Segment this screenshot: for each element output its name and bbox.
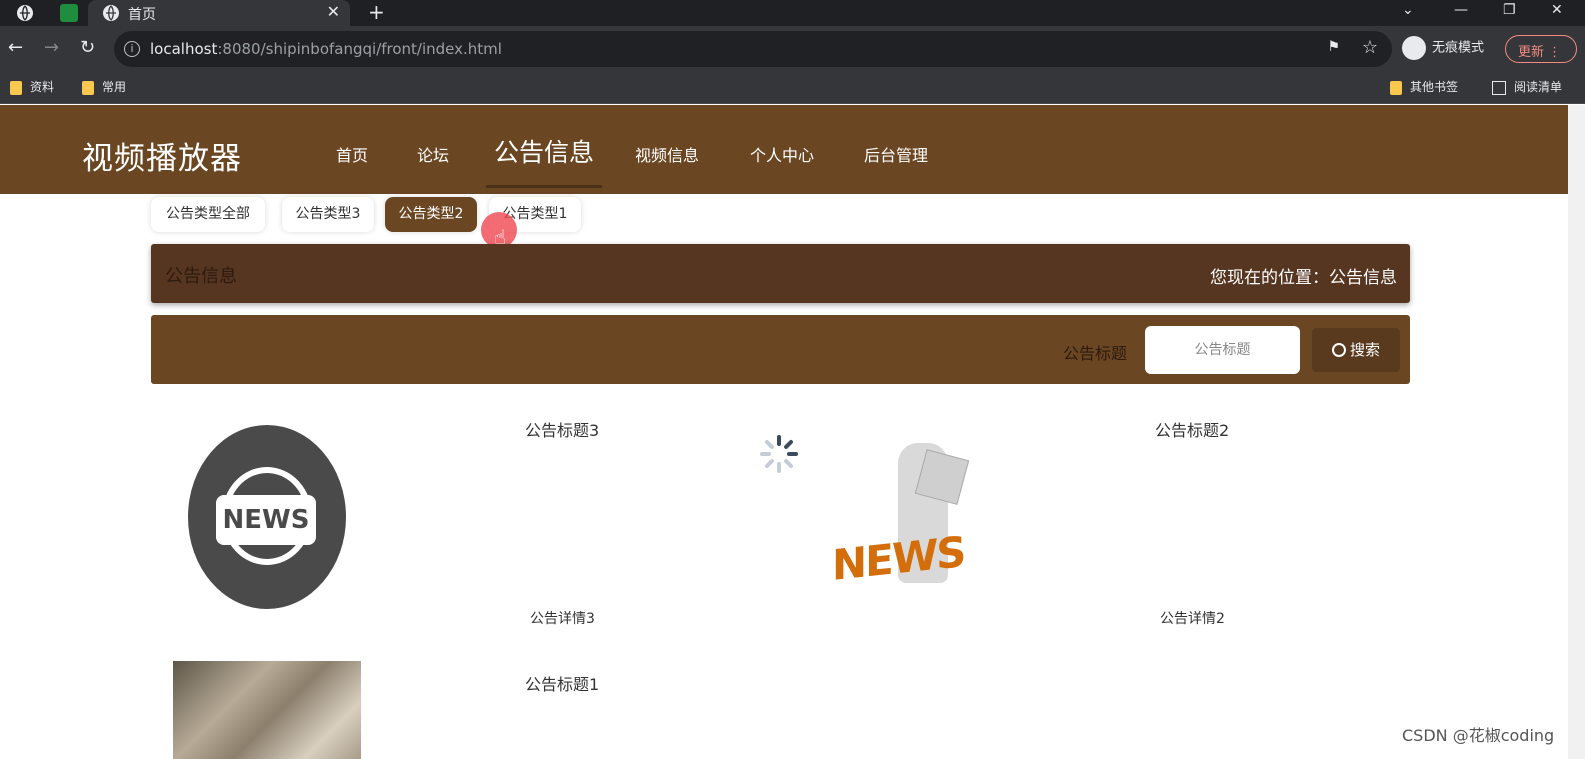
watermark: CSDN @花椒coding (1402, 726, 1555, 745)
paper-photo[interactable] (173, 661, 361, 759)
notice-title[interactable]: 公告标题2 (1155, 417, 1229, 441)
search-button-label: 搜索 (1349, 341, 1380, 359)
site-header: 视频播放器 首页 论坛 公告信息 视频信息 个人中心 后台管理 (0, 105, 1568, 194)
bookmarks-bar: 资料 常用 其他书签 阅读清单 (0, 72, 1585, 104)
site-info-icon[interactable]: i (124, 41, 140, 57)
search-input[interactable] (1145, 326, 1300, 374)
nav-home[interactable]: 首页 (336, 142, 368, 166)
browser-tab-strip: 首页 ✕ + ⌄ — ❐ ✕ (0, 0, 1585, 26)
search-icon (1331, 343, 1346, 357)
spinner-spoke (764, 439, 775, 450)
blocked-popup-icon[interactable]: ⚑ (1327, 39, 1340, 55)
page-title: 公告信息 (165, 266, 237, 287)
tab-title: 首页 (128, 7, 156, 23)
url-text: localhost:8080/shipinbofangqi/front/inde… (150, 40, 502, 58)
spinner-spoke (787, 452, 798, 456)
type-all-button[interactable]: 公告类型全部 (151, 197, 265, 232)
search-label: 公告标题 (1063, 344, 1128, 363)
news-label-graphic: NEWS (216, 495, 316, 545)
back-icon[interactable]: ← (8, 37, 23, 59)
star-icon[interactable]: ☆ (1362, 37, 1378, 58)
reading-list-icon (1492, 80, 1506, 95)
spinner-spoke (777, 462, 781, 473)
page-scrollbar[interactable] (1568, 105, 1585, 759)
incognito-label: 无痕模式 (1432, 40, 1485, 56)
update-button[interactable]: 更新 ⋮ (1505, 35, 1577, 63)
loading-spinner-icon (760, 435, 798, 473)
bookmark-folder[interactable]: 资料 (10, 78, 54, 95)
active-nav-indicator (486, 185, 602, 188)
incognito-icon (1402, 36, 1426, 60)
spinner-spoke (760, 452, 771, 456)
forward-icon[interactable]: → (44, 37, 59, 59)
search-button[interactable]: 搜索 (1312, 328, 1400, 372)
breadcrumb: 公告信息 您现在的位置：公告信息 (151, 244, 1410, 303)
nav-profile[interactable]: 个人中心 (750, 142, 814, 166)
folder-icon (1390, 80, 1402, 95)
current-location: 您现在的位置：公告信息 (1210, 268, 1397, 288)
spinner-spoke (783, 458, 794, 469)
spinner-spoke (777, 435, 781, 446)
active-tab[interactable]: 首页 ✕ (88, 0, 350, 26)
minimize-icon[interactable]: — (1454, 0, 1468, 20)
nav-videos[interactable]: 视频信息 (635, 142, 699, 166)
nav-announcements[interactable]: 公告信息 (494, 133, 594, 169)
notice-detail: 公告详情2 (1160, 611, 1225, 627)
type-3-button[interactable]: 公告类型3 (282, 197, 374, 232)
search-panel: 公告标题 搜索 (151, 315, 1410, 384)
restore-icon[interactable]: ❐ (1503, 0, 1516, 20)
close-window-icon[interactable]: ✕ (1551, 0, 1563, 20)
globe-icon[interactable] (16, 4, 34, 22)
site-title[interactable]: 视频播放器 (82, 133, 242, 178)
browser-toolbar: ← → ↻ i localhost:8080/shipinbofangqi/fr… (0, 26, 1585, 72)
sheets-tab-icon[interactable] (60, 4, 78, 22)
reading-list[interactable]: 阅读清单 (1492, 78, 1562, 95)
bookmark-folder[interactable]: 常用 (82, 78, 126, 95)
spinner-spoke (764, 458, 775, 469)
spinner-spoke (783, 439, 794, 450)
news-globe-icon[interactable]: NEWS (188, 425, 346, 609)
folder-icon (10, 80, 22, 95)
tab-search-icon[interactable]: ⌄ (1402, 0, 1414, 20)
incognito-indicator[interactable]: 无痕模式 (1402, 36, 1484, 60)
close-tab-icon[interactable]: ✕ (327, 2, 340, 21)
nav-forum[interactable]: 论坛 (417, 142, 449, 166)
nav-admin[interactable]: 后台管理 (864, 142, 928, 166)
new-tab-icon[interactable]: + (368, 0, 385, 24)
news-reader-image[interactable]: NEWS (828, 438, 978, 598)
notice-title[interactable]: 公告标题3 (525, 417, 599, 441)
folder-icon (82, 80, 94, 95)
notice-detail: 公告详情3 (530, 611, 595, 627)
other-bookmarks[interactable]: 其他书签 (1390, 78, 1458, 95)
address-bar[interactable]: i localhost:8080/shipinbofangqi/front/in… (114, 31, 1392, 67)
type-2-button[interactable]: 公告类型2 (385, 197, 477, 232)
reload-icon[interactable]: ↻ (80, 37, 95, 59)
notice-title[interactable]: 公告标题1 (525, 671, 599, 695)
globe-icon (103, 5, 119, 21)
